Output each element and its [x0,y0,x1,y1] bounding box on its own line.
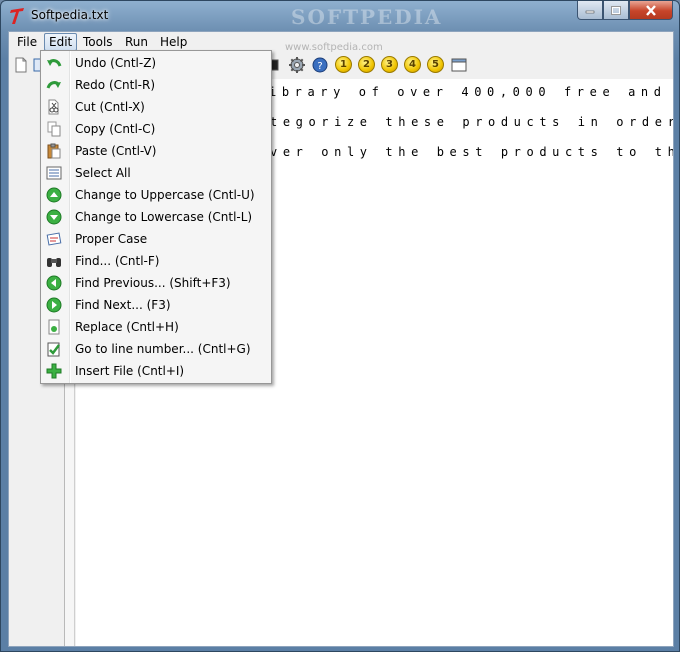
replace-icon [48,319,60,335]
bookmark-4-icon[interactable]: 4 [404,56,421,73]
copy-icon [47,121,61,137]
window-view-icon[interactable] [450,56,468,74]
settings-gear-icon[interactable] [288,56,306,74]
menu-item-paste[interactable]: Paste (Cntl-V) [43,140,269,162]
maximize-button[interactable] [603,1,629,20]
menu-item-copy[interactable]: Copy (Cntl-C) [43,118,269,140]
watermark-url: www.softpedia.com [285,42,383,53]
find-next-icon [46,297,62,313]
menu-file[interactable]: File [13,33,41,51]
editor-line-3: ver only the best products to the [270,145,673,159]
title-bar[interactable]: Softpedia.txt SOFTPEDIA [1,1,679,31]
menu-item-insert-file[interactable]: Insert File (Cntl+I) [43,360,269,382]
minimize-button[interactable] [577,1,603,20]
new-file-icon[interactable] [12,56,30,74]
menu-item-undo[interactable]: Undo (Cntl-Z) [43,52,269,74]
menu-tools[interactable]: Tools [79,33,117,51]
binoculars-icon [47,258,61,267]
menu-run[interactable]: Run [121,33,152,51]
goto-line-icon [47,342,60,357]
window-controls [577,1,673,21]
close-button[interactable] [629,1,673,20]
menu-item-find[interactable]: Find... (Cntl-F) [43,250,269,272]
watermark-logo: SOFTPEDIA [291,5,443,29]
menu-item-find-next[interactable]: Find Next... (F3) [43,294,269,316]
find-previous-icon [46,275,62,291]
help-globe-icon[interactable]: ? [311,56,329,74]
menu-item-goto-line[interactable]: Go to line number... (Cntl+G) [43,338,269,360]
bookmark-5-icon[interactable]: 5 [427,56,444,73]
paste-icon [47,143,61,159]
menu-item-find-previous[interactable]: Find Previous... (Shift+F3) [43,272,269,294]
editor-line-1: ibrary of over 400,000 free and fr [269,85,673,99]
menu-item-select-all[interactable]: Select All [43,162,269,184]
menu-item-proper-case[interactable]: Proper Case [43,228,269,250]
svg-text:?: ? [317,61,322,72]
uppercase-icon [46,187,62,203]
undo-icon [47,59,62,67]
app-logo-icon [10,8,24,24]
maximize-icon [611,5,621,15]
bookmark-3-icon[interactable]: 3 [381,56,398,73]
select-all-icon [46,166,62,180]
bookmark-1-icon[interactable]: 1 [335,56,352,73]
menu-item-replace[interactable]: Replace (Cntl+H) [43,316,269,338]
close-icon [646,4,656,16]
cut-icon [48,99,59,115]
redo-icon [46,81,61,89]
menu-edit[interactable]: Edit [44,33,78,51]
menu-item-redo[interactable]: Redo (Cntl-R) [43,74,269,96]
menu-item-uppercase[interactable]: Change to Uppercase (Cntl-U) [43,184,269,206]
bookmark-2-icon[interactable]: 2 [358,56,375,73]
proper-case-icon [46,232,62,246]
editor-line-2: tegorize these products in order t [270,115,673,129]
menu-help[interactable]: Help [156,33,191,51]
insert-file-icon [46,363,62,379]
menu-item-cut[interactable]: Cut (Cntl-X) [43,96,269,118]
minimize-icon [585,10,595,14]
edit-menu-dropdown: Undo (Cntl-Z) Redo (Cntl-R) Cut (Cntl-X)… [40,50,272,384]
menu-item-lowercase[interactable]: Change to Lowercase (Cntl-L) [43,206,269,228]
window-title: Softpedia.txt [31,8,109,22]
lowercase-icon [46,209,62,225]
